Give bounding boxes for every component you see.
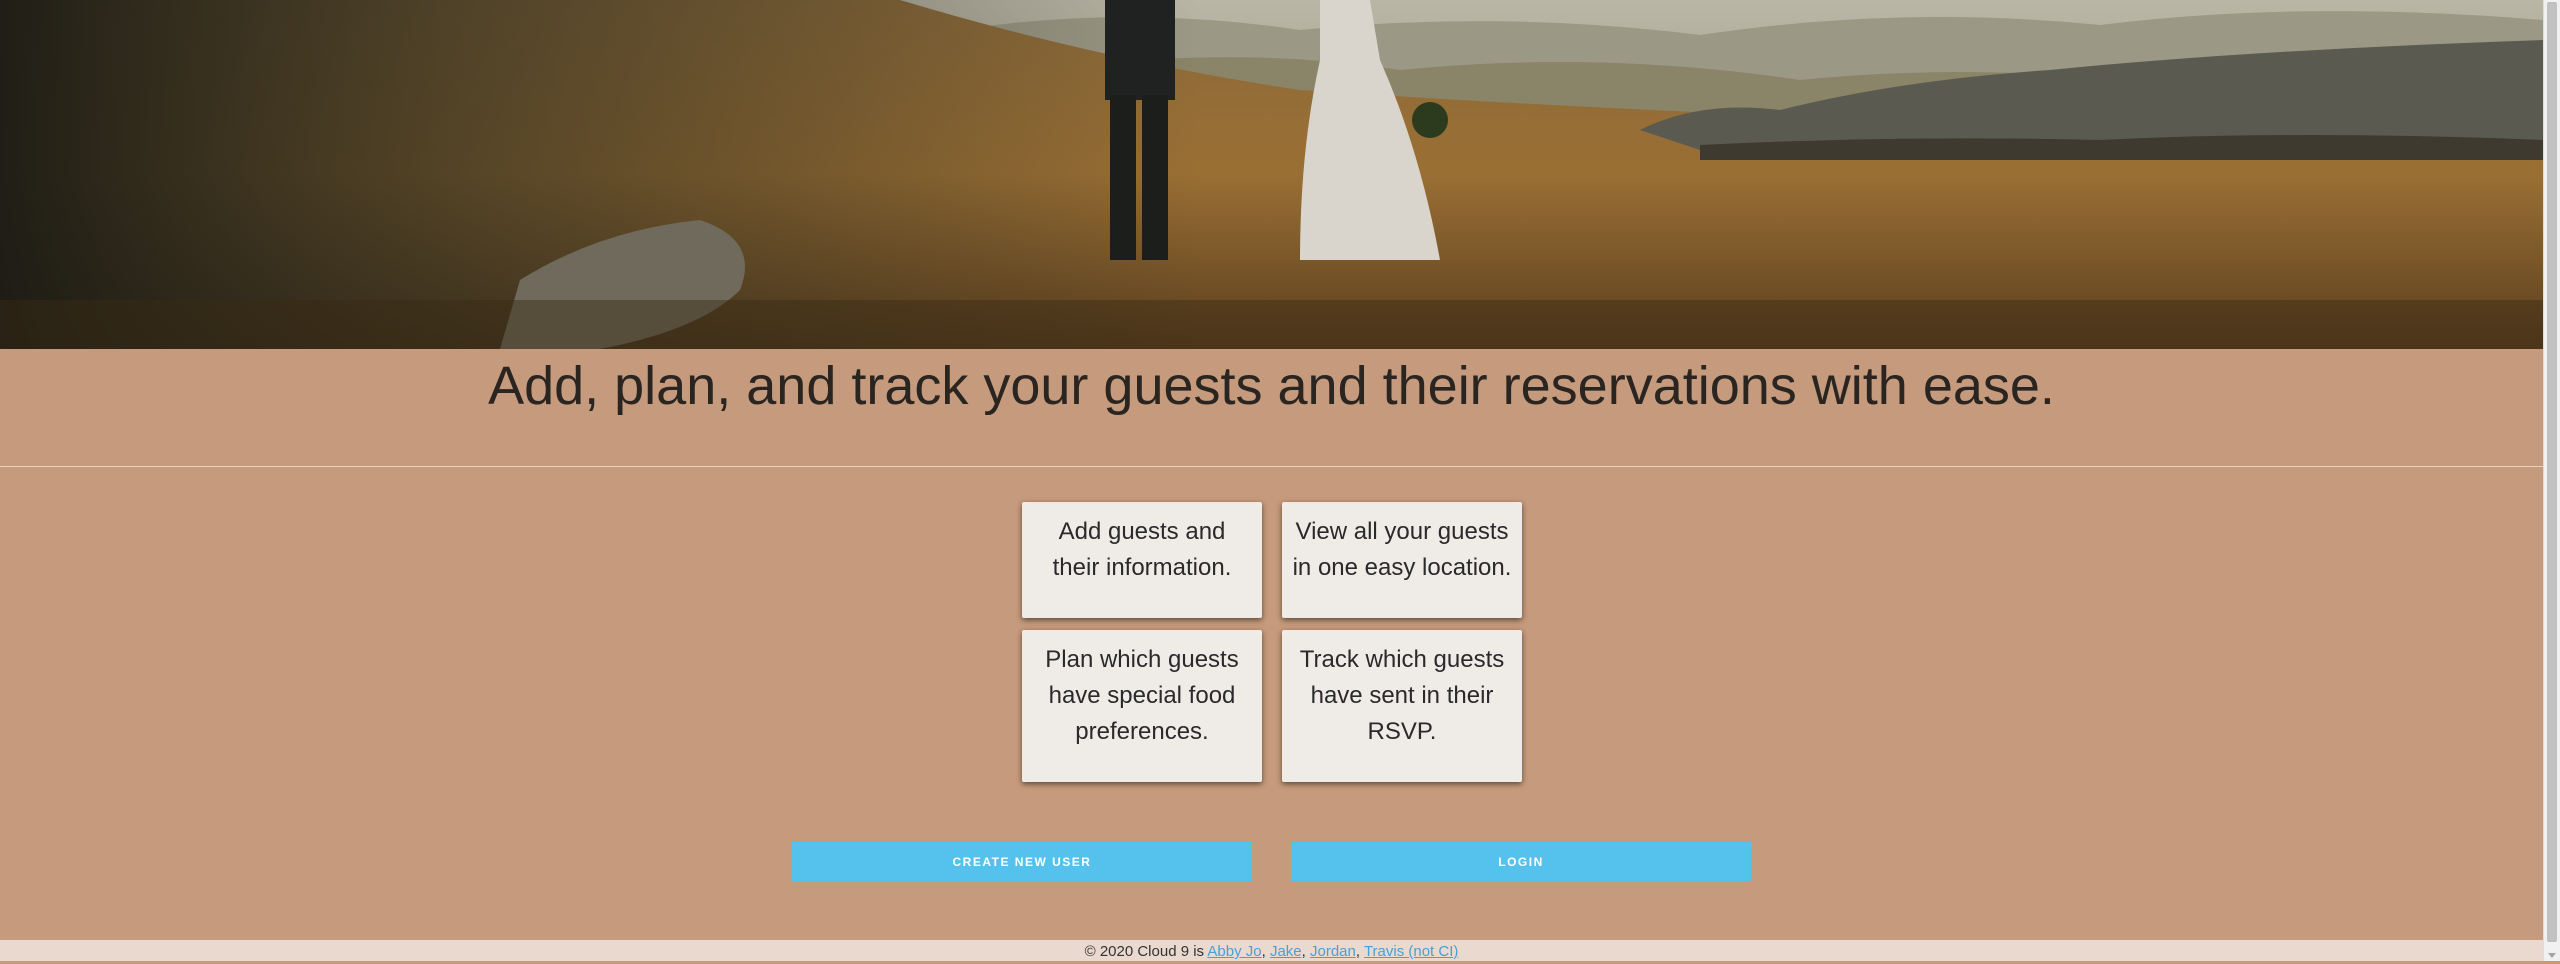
vertical-scrollbar[interactable] [2543, 0, 2560, 961]
hero-image [0, 0, 2543, 349]
feature-card-text: View all your guests in one easy locatio… [1292, 518, 1512, 581]
footer-link-jake[interactable]: Jake [1270, 943, 1302, 960]
feature-card-add-guests: Add guests and their information. [1022, 502, 1262, 618]
footer: © 2020 Cloud 9 is Abby Jo, Jake, Jordan,… [0, 940, 2543, 961]
page: Add, plan, and track your guests and the… [0, 0, 2543, 961]
section-divider [0, 466, 2543, 467]
create-new-user-button[interactable]: CREATE NEW USER [792, 842, 1252, 881]
feature-card-plan-food: Plan which guests have special food pref… [1022, 630, 1262, 782]
feature-card-track-rsvp: Track which guests have sent in their RS… [1282, 630, 1522, 782]
feature-card-text: Plan which guests have special food pref… [1045, 646, 1239, 745]
footer-separator: , [1355, 943, 1364, 960]
scroll-down-arrow-icon[interactable] [2548, 953, 2556, 958]
footer-separator: , [1261, 943, 1270, 960]
feature-card-text: Add guests and their information. [1052, 518, 1232, 581]
wedding-couple-hero-photo-icon [0, 0, 2543, 349]
page-headline: Add, plan, and track your guests and the… [488, 356, 2055, 416]
footer-separator: , [1301, 943, 1310, 960]
footer-copyright: © 2020 Cloud 9 is [1084, 943, 1208, 960]
footer-link-travis[interactable]: Travis (not CI) [1364, 943, 1458, 960]
login-button[interactable]: LOGIN [1291, 842, 1751, 881]
scrollbar-thumb[interactable] [2547, 2, 2557, 942]
footer-link-jordan[interactable]: Jordan [1310, 943, 1356, 960]
feature-card-text: Track which guests have sent in their RS… [1299, 646, 1505, 745]
footer-link-abby-jo[interactable]: Abby Jo [1207, 943, 1261, 960]
feature-card-view-guests: View all your guests in one easy locatio… [1282, 502, 1522, 618]
